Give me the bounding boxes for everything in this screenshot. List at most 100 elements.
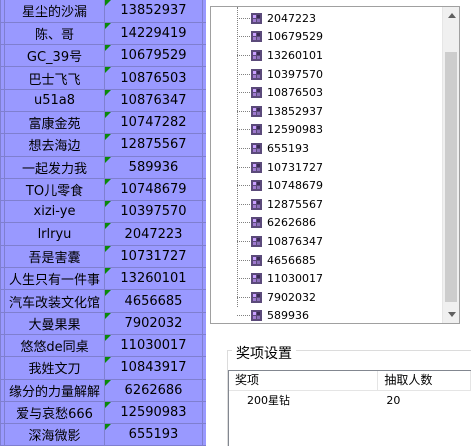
comment-marker-icon: [105, 178, 111, 185]
tree-item-label: 13260101: [267, 48, 323, 62]
comment-marker-icon: [105, 290, 111, 297]
user-id-cell[interactable]: 10748679: [104, 178, 203, 202]
tree-item[interactable]: 2047223: [211, 9, 439, 28]
tree-item-label: 10748679: [267, 179, 323, 193]
tree-item-label: 655193: [267, 141, 309, 155]
sheet-row: 人生只有一件事 13260101: [0, 267, 208, 291]
scroll-thumb[interactable]: [445, 52, 457, 302]
nickname-cell[interactable]: 我姓文刀: [4, 356, 105, 380]
user-id-text: 14229419: [120, 25, 187, 41]
tree-item[interactable]: 589936: [211, 307, 439, 324]
tree-connector: [237, 185, 250, 187]
nickname-cell[interactable]: lrlryu: [4, 222, 105, 246]
tree-scrollbar[interactable]: [442, 7, 459, 323]
user-id-cell[interactable]: 14229419: [104, 22, 203, 46]
user-id-cell[interactable]: 655193: [104, 423, 203, 446]
nickname-cell[interactable]: TO儿零食: [4, 178, 105, 202]
user-id-cell[interactable]: 10731727: [104, 245, 203, 269]
user-id-cell[interactable]: 11030017: [104, 334, 203, 358]
tree-item[interactable]: 13260101: [211, 46, 439, 65]
scroll-down-button[interactable]: [443, 306, 459, 323]
nickname-cell[interactable]: 陈、哥: [4, 22, 105, 46]
user-id-cell[interactable]: 10876503: [104, 66, 203, 90]
nickname-text: 汽车改装文化馆: [8, 295, 100, 311]
user-id-text: 655193: [128, 427, 179, 443]
user-id-cell[interactable]: 10843917: [104, 356, 203, 380]
user-id-cell[interactable]: 6262686: [104, 379, 203, 402]
tree-item[interactable]: 10679529: [211, 28, 439, 47]
tree-connector: [237, 296, 250, 298]
nickname-cell[interactable]: GC_39号: [4, 44, 105, 68]
participant-tree[interactable]: 2047223 10679529 13260101 10397570 10876503 1…: [210, 6, 460, 324]
user-id-cell[interactable]: 4656685: [104, 289, 203, 313]
nickname-text: 深海微影: [28, 429, 81, 445]
comment-marker-icon: [105, 156, 111, 163]
comment-marker-icon: [105, 67, 111, 74]
nickname-cell[interactable]: 大曼果果: [4, 312, 105, 335]
nickname-cell[interactable]: 悠悠de同桌: [4, 334, 105, 358]
tree-connector: [237, 278, 250, 280]
column-header-prize[interactable]: 奖项: [229, 371, 379, 391]
sheet-row: 深海微影 655193: [0, 423, 208, 446]
tree-item[interactable]: 10397570: [211, 65, 439, 84]
nickname-cell[interactable]: 想去海边: [4, 133, 105, 157]
nickname-cell[interactable]: 吾是害囊: [4, 245, 105, 269]
nickname-cell[interactable]: u51a8: [4, 89, 105, 112]
nickname-text: 吾是害囊: [28, 250, 81, 266]
puzzle-piece-icon: [250, 105, 263, 118]
user-id-cell[interactable]: 10397570: [104, 200, 203, 224]
tree-item[interactable]: 10748679: [211, 176, 439, 195]
puzzle-piece-icon: [250, 309, 263, 322]
puzzle-piece-icon: [250, 49, 263, 62]
tree-item[interactable]: 10876347: [211, 232, 439, 251]
sheet-row: 我姓文刀 10843917: [0, 356, 208, 380]
user-id-cell[interactable]: 10876347: [104, 89, 203, 112]
nickname-text: 富康金苑: [28, 117, 81, 133]
user-id-cell[interactable]: 10747282: [104, 111, 203, 135]
nickname-cell[interactable]: 星尘的沙漏: [4, 0, 105, 23]
sheet-row: 陈、哥 14229419: [0, 22, 208, 46]
user-id-cell[interactable]: 10679529: [104, 44, 203, 68]
comment-marker-icon: [105, 268, 111, 275]
tree-item[interactable]: 655193: [211, 139, 439, 158]
user-id-cell[interactable]: 13260101: [104, 267, 203, 291]
nickname-text: 巴士飞飞: [28, 72, 81, 88]
tree-item[interactable]: 12875567: [211, 195, 439, 214]
column-header-draw-count[interactable]: 抽取人数: [378, 371, 471, 391]
tree-item[interactable]: 7902032: [211, 288, 439, 307]
tree-item[interactable]: 12590983: [211, 121, 439, 140]
nickname-cell[interactable]: 人生只有一件事: [4, 267, 105, 291]
tree-item[interactable]: 6262686: [211, 214, 439, 233]
user-id-cell[interactable]: 12590983: [104, 401, 203, 425]
nickname-cell[interactable]: 巴士飞飞: [4, 66, 105, 90]
tree-item-label: 7902032: [267, 290, 316, 304]
comment-marker-icon: [105, 89, 111, 96]
tree-item[interactable]: 10876503: [211, 83, 439, 102]
user-id-cell[interactable]: 2047223: [104, 222, 203, 246]
user-id-cell[interactable]: 12875567: [104, 133, 203, 157]
nickname-text: 陈、哥: [34, 27, 74, 43]
nickname-cell[interactable]: 爱与哀愁666: [4, 401, 105, 425]
nickname-cell[interactable]: 富康金苑: [4, 111, 105, 135]
nickname-cell[interactable]: 一起发力我: [4, 156, 105, 179]
comment-marker-icon: [105, 201, 111, 208]
puzzle-piece-icon: [250, 68, 263, 81]
nickname-cell[interactable]: xizi-ye: [4, 200, 105, 224]
nickname-cell[interactable]: 汽车改装文化馆: [4, 289, 105, 313]
user-id-cell[interactable]: 7902032: [104, 312, 203, 335]
prize-row[interactable]: 200星钻 20: [229, 391, 471, 411]
tree-item[interactable]: 4656685: [211, 251, 439, 270]
tree-item[interactable]: 11030017: [211, 269, 439, 288]
prize-table[interactable]: 奖项 抽取人数 200星钻 20: [228, 370, 471, 446]
nickname-cell[interactable]: 深海微影: [4, 423, 105, 446]
comment-marker-icon: [105, 357, 111, 364]
user-id-cell[interactable]: 13852937: [104, 0, 203, 23]
sheet-row: lrlryu 2047223: [0, 222, 208, 246]
puzzle-piece-icon: [250, 179, 263, 192]
tree-item[interactable]: 10731727: [211, 158, 439, 177]
tree-item[interactable]: 13852937: [211, 102, 439, 121]
user-id-text: 10731727: [120, 248, 187, 264]
scroll-up-button[interactable]: [443, 7, 459, 24]
user-id-cell[interactable]: 589936: [104, 156, 203, 179]
nickname-cell[interactable]: 缘分的力量解解: [4, 379, 105, 402]
